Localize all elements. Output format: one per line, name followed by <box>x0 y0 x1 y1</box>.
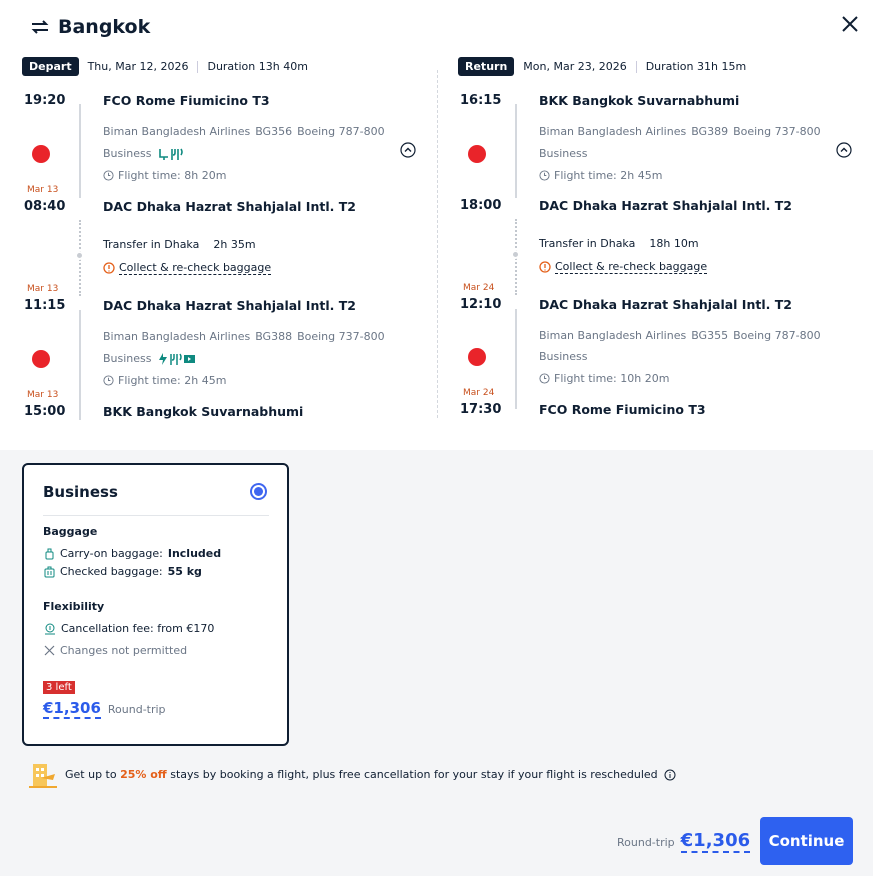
warning-icon <box>103 262 115 274</box>
continue-button[interactable]: Continue <box>760 817 853 865</box>
recheck-baggage-link[interactable]: Collect & re-check baggage <box>555 260 708 274</box>
leg-line <box>515 104 517 198</box>
flight-info: Biman Bangladesh Airlines BG389 Boeing 737… <box>539 125 821 138</box>
clock-icon <box>539 170 550 181</box>
dep-time: 19:20 <box>24 93 66 108</box>
checked-bag-row: Checked baggage: 55 kg <box>44 565 202 578</box>
dep-airport: DAC Dhaka Hazrat Shahjalal Intl. T2 <box>103 298 356 313</box>
clock-icon <box>539 373 550 384</box>
swap-arrows-icon <box>31 20 49 34</box>
dep-airport: FCO Rome Fiumicino T3 <box>103 93 270 108</box>
return-date: Mon, Mar 23, 2026 <box>523 60 627 73</box>
arr-date: Mar 24 <box>463 388 495 398</box>
fare-card-business[interactable]: Business Baggage Carry-on baggage: Includ… <box>22 463 289 746</box>
recheck-baggage-link[interactable]: Collect & re-check baggage <box>119 261 272 275</box>
divider <box>43 515 269 516</box>
cancellation-icon <box>45 623 55 634</box>
fare-price[interactable]: €1,306 <box>43 699 101 719</box>
dep-date: Mar 24 <box>463 283 495 293</box>
cancellation-row: Cancellation fee: from €170 <box>44 622 214 635</box>
depart-header: Depart Thu, Mar 12, 2026 Duration 13h 40… <box>22 57 308 76</box>
footer-price-type: Round-trip <box>617 836 675 849</box>
flight-time: Flight time: 2h 45m <box>103 374 226 387</box>
baggage-warning: Collect & re-check baggage <box>103 261 272 275</box>
changes-row: Changes not permitted <box>44 644 187 657</box>
return-header: Return Mon, Mar 23, 2026 Duration 31h 15… <box>458 57 746 76</box>
cabin-class: Business <box>103 147 184 160</box>
flight-info: Biman Bangladesh Airlines BG356 Boeing 787… <box>103 125 385 138</box>
flight-time: Flight time: 8h 20m <box>103 169 226 182</box>
arr-time: 18:00 <box>460 198 502 213</box>
column-divider <box>437 70 438 418</box>
arr-date: Mar 13 <box>27 390 59 400</box>
seat-icon <box>158 148 183 160</box>
clock-icon <box>103 170 114 181</box>
flight-info: Biman Bangladesh Airlines BG355 Boeing 787… <box>539 329 821 342</box>
cabin-class: Business <box>539 350 588 363</box>
leg-line <box>79 310 81 420</box>
airline-logo-icon <box>468 145 486 163</box>
transfer-info: Transfer in Dhaka 2h 35m <box>103 238 256 251</box>
depart-date: Thu, Mar 12, 2026 <box>87 60 189 73</box>
seats-left-badge: 3 left <box>43 679 75 694</box>
return-duration: Duration 31h 15m <box>645 60 747 73</box>
fare-price-type: Round-trip <box>107 703 166 716</box>
transfer-dot <box>75 251 84 260</box>
collapse-chevron-icon[interactable] <box>836 142 852 158</box>
dep-time: 12:10 <box>460 297 502 312</box>
hotel-promo-icon <box>29 764 57 788</box>
arr-airport: FCO Rome Fiumicino T3 <box>539 402 706 417</box>
footer-total: Round-trip €1,306 <box>617 830 751 853</box>
footer-price[interactable]: €1,306 <box>680 830 751 853</box>
arr-time: 08:40 <box>24 199 66 214</box>
clock-icon <box>103 375 114 386</box>
fare-name: Business <box>43 483 118 501</box>
flexibility-title: Flexibility <box>43 600 105 613</box>
cabin-class: Business <box>103 352 196 365</box>
airline-logo-icon <box>32 145 50 163</box>
page-title: Bangkok <box>58 16 151 38</box>
airline-logo-icon <box>468 348 486 366</box>
baggage-warning: Collect & re-check baggage <box>539 260 708 274</box>
collapse-chevron-icon[interactable] <box>400 142 416 158</box>
transfer-info: Transfer in Dhaka 18h 10m <box>539 237 699 250</box>
arr-airport: BKK Bangkok Suvarnabhumi <box>103 404 304 419</box>
dep-airport: DAC Dhaka Hazrat Shahjalal Intl. T2 <box>539 297 792 312</box>
dep-time: 11:15 <box>24 298 66 313</box>
carry-on-row: Carry-on baggage: Included <box>44 547 221 560</box>
dep-date: Mar 13 <box>27 284 59 294</box>
dep-time: 16:15 <box>460 93 502 108</box>
close-icon[interactable] <box>838 12 862 36</box>
arr-time: 15:00 <box>24 404 66 419</box>
warning-icon <box>539 261 551 273</box>
cabin-class: Business <box>539 147 588 160</box>
carry-on-bag-icon <box>45 548 54 559</box>
depart-duration: Duration 13h 40m <box>207 60 308 73</box>
leg-line <box>79 104 81 198</box>
arr-airport: DAC Dhaka Hazrat Shahjalal Intl. T2 <box>103 199 356 214</box>
arr-airport: DAC Dhaka Hazrat Shahjalal Intl. T2 <box>539 198 792 213</box>
amenities-icon <box>158 352 195 365</box>
transfer-dot <box>511 250 520 259</box>
promo-text: Get up to 25% off stays by booking a fli… <box>65 768 676 781</box>
page-header: Bangkok <box>30 16 150 38</box>
baggage-title: Baggage <box>43 525 98 538</box>
airline-logo-icon <box>32 350 50 368</box>
info-icon[interactable] <box>664 769 676 781</box>
return-tag: Return <box>458 57 515 76</box>
arr-time: 17:30 <box>460 402 502 417</box>
leg-line <box>515 309 517 409</box>
cross-icon <box>44 645 55 656</box>
fare-price-row: €1,306 Round-trip <box>43 699 166 719</box>
dep-airport: BKK Bangkok Suvarnabhumi <box>539 93 740 108</box>
flight-time: Flight time: 10h 20m <box>539 372 669 385</box>
fare-radio[interactable] <box>250 483 267 500</box>
depart-tag: Depart <box>22 57 79 76</box>
checked-bag-icon <box>44 566 55 577</box>
flight-time: Flight time: 2h 45m <box>539 169 662 182</box>
flight-info: Biman Bangladesh Airlines BG388 Boeing 737… <box>103 330 385 343</box>
arr-date: Mar 13 <box>27 185 59 195</box>
